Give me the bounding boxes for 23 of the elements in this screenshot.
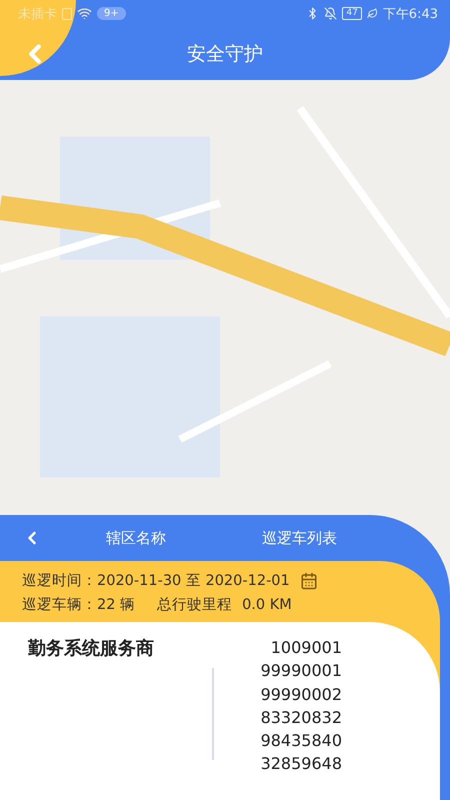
provider-title: 勤务系统服务商 xyxy=(28,637,155,661)
vehicle-id[interactable]: 98435840 xyxy=(260,729,342,752)
clock-text: 下午6:43 xyxy=(382,6,438,22)
vehicle-list-tab[interactable]: 巡逻车列表 xyxy=(262,528,337,548)
battery-icon: 47 xyxy=(342,7,362,20)
vehicle-id[interactable]: 83320832 xyxy=(260,706,342,730)
patrol-time-text: 巡逻时间：2020-11-30 至 2020-12-01 xyxy=(22,572,290,590)
vehicle-id[interactable]: 1009001 xyxy=(270,636,342,660)
district-tab[interactable]: 辖区名称 xyxy=(106,528,166,548)
carrier-text: 未插卡 xyxy=(18,6,57,22)
mileage-value: 0.0 KM xyxy=(242,596,292,612)
vehicle-count-text: 巡逻车辆：22 辆 xyxy=(22,596,136,614)
calendar-icon[interactable] xyxy=(300,572,318,590)
vehicle-id[interactable]: 99990002 xyxy=(260,682,342,706)
bell-off-icon xyxy=(324,7,338,20)
page-title: 安全守护 xyxy=(187,42,263,66)
leaf-icon xyxy=(366,8,378,19)
vehicle-id[interactable]: 99990001 xyxy=(260,659,342,683)
wifi-icon xyxy=(77,6,92,21)
sim-icon xyxy=(62,8,72,20)
vehicle-id[interactable]: 32859648 xyxy=(260,752,342,776)
mileage-label: 总行驶里程 xyxy=(157,596,232,614)
notification-badge: 9+ xyxy=(97,7,126,20)
